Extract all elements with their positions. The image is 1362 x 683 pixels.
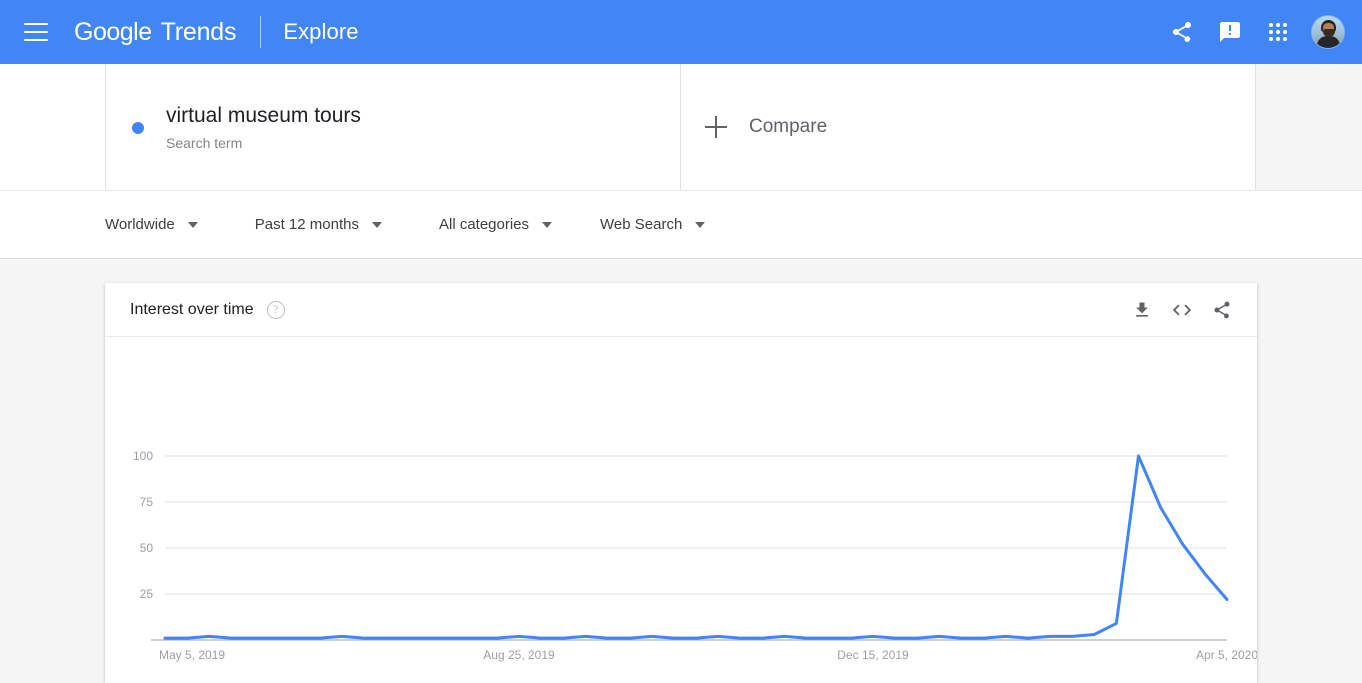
search-term-text: virtual museum tours Search term: [166, 103, 361, 151]
top-app-bar: Google Trends Explore: [0, 0, 1362, 64]
terms-left-gutter: [0, 64, 105, 190]
share-icon[interactable]: [1209, 297, 1235, 323]
feedback-icon[interactable]: [1206, 8, 1254, 56]
y-axis-tick-label: 75: [140, 495, 154, 509]
google-trends-logo[interactable]: Google Trends: [74, 18, 236, 47]
embed-code-icon[interactable]: [1169, 297, 1195, 323]
filter-bar: Worldwide Past 12 months All categories …: [0, 191, 1362, 259]
time-range-filter[interactable]: Past 12 months: [255, 216, 382, 233]
time-range-filter-label: Past 12 months: [255, 216, 359, 233]
interest-over-time-chart[interactable]: 25 50 75 100 May 5, 2019 Aug 25, 2019 Dec 15, …: [105, 337, 1257, 683]
y-axis-tick-label: 50: [140, 541, 154, 555]
chart-svg: 25 50 75 100 May 5, 2019 Aug 25, 2019 Dec 15, …: [105, 337, 1257, 683]
region-filter-label: Worldwide: [105, 216, 175, 233]
category-filter[interactable]: All categories: [439, 216, 552, 233]
apps-grid-icon[interactable]: [1254, 8, 1302, 56]
chevron-down-icon: [542, 222, 552, 228]
chart-series-line: [165, 456, 1227, 638]
download-icon[interactable]: [1129, 297, 1155, 323]
brand-product-text: Trends: [161, 18, 237, 47]
brand-google-text: Google: [74, 18, 152, 47]
search-type-filter[interactable]: Web Search: [600, 216, 705, 233]
share-icon[interactable]: [1158, 8, 1206, 56]
chevron-down-icon: [188, 222, 198, 228]
search-type-filter-label: Web Search: [600, 216, 682, 233]
search-terms-row: virtual museum tours Search term Compare: [0, 64, 1362, 191]
brand-divider: [260, 16, 261, 48]
search-term-card[interactable]: virtual museum tours Search term: [105, 64, 680, 190]
terms-right-gutter: [1256, 64, 1362, 190]
x-axis-tick-label: May 5, 2019: [159, 648, 225, 662]
hamburger-menu-icon[interactable]: [24, 23, 48, 41]
x-axis-tick-label: Aug 25, 2019: [483, 648, 555, 662]
user-avatar[interactable]: [1312, 16, 1344, 48]
card-header: Interest over time ?: [105, 283, 1257, 337]
chevron-down-icon: [695, 222, 705, 228]
compare-label: Compare: [749, 116, 827, 138]
search-term-title: virtual museum tours: [166, 103, 361, 129]
plus-icon: [705, 116, 727, 138]
category-filter-label: All categories: [439, 216, 529, 233]
x-axis-tick-label: Dec 15, 2019: [837, 648, 909, 662]
chevron-down-icon: [372, 222, 382, 228]
region-filter[interactable]: Worldwide: [105, 216, 198, 233]
card-title: Interest over time: [130, 301, 254, 319]
card-actions: [1129, 297, 1235, 323]
app-bar-actions: [1158, 8, 1362, 56]
apps-grid-dots: [1269, 23, 1287, 41]
x-axis-tick-label: Apr 5, 2020: [1196, 648, 1257, 662]
help-circle-icon[interactable]: ?: [267, 301, 285, 319]
compare-button[interactable]: Compare: [680, 64, 1256, 190]
interest-over-time-card: Interest over time ? 25 50 75 100 May 5, 201…: [105, 283, 1257, 683]
y-axis-tick-label: 100: [133, 449, 153, 463]
search-term-subtitle: Search term: [166, 135, 361, 151]
explore-title[interactable]: Explore: [283, 19, 358, 45]
series-color-dot: [132, 122, 144, 134]
y-axis-tick-label: 25: [140, 587, 154, 601]
